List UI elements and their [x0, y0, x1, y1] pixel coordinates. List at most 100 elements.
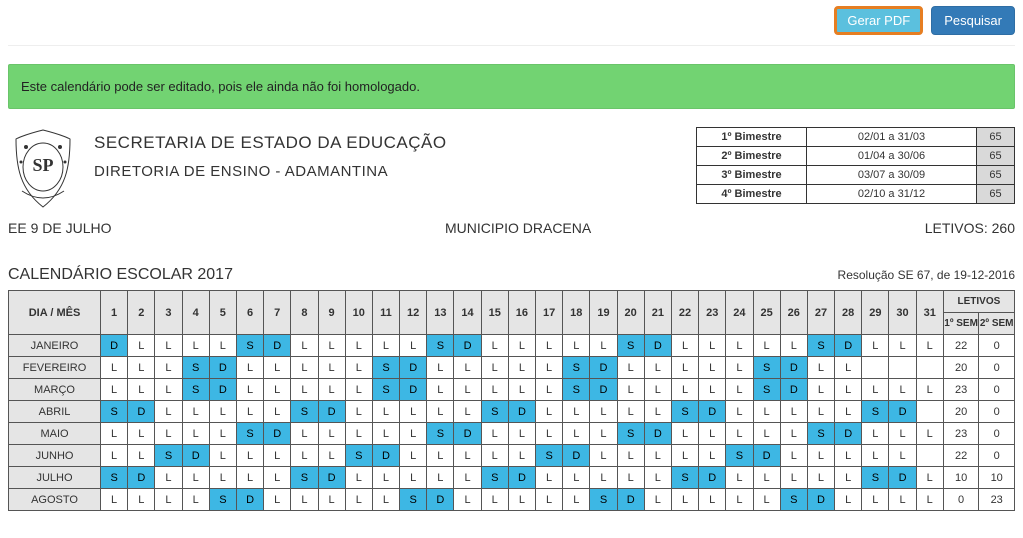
day-cell: L [400, 335, 427, 357]
day-cell: L [753, 401, 780, 423]
letivos-2sem: 0 [979, 379, 1015, 401]
day-cell: L [209, 423, 236, 445]
day-cell: L [590, 335, 617, 357]
day-cell: L [101, 489, 128, 511]
day-cell: L [536, 467, 563, 489]
day-cell: L [427, 379, 454, 401]
day-cell: L [291, 335, 318, 357]
letivos-1sem: 23 [943, 423, 979, 445]
day-cell [889, 357, 916, 379]
state-logo: SP [8, 127, 78, 212]
day-cell: L [209, 467, 236, 489]
calendar-title: CALENDÁRIO ESCOLAR 2017 [8, 266, 233, 284]
header-day: 4 [182, 291, 209, 335]
day-cell: L [427, 357, 454, 379]
day-cell: L [182, 423, 209, 445]
day-cell: L [427, 445, 454, 467]
day-cell: D [699, 401, 726, 423]
day-cell: L [644, 379, 671, 401]
day-cell: L [726, 401, 753, 423]
header-day: 27 [807, 291, 834, 335]
day-cell: L [454, 445, 481, 467]
day-cell: L [427, 401, 454, 423]
day-cell: L [536, 423, 563, 445]
table-row: JANEIRODLLLLSDLLLLLSDLLLLLSDLLLLLSDLLL22… [9, 335, 1015, 357]
day-cell: S [291, 467, 318, 489]
header-day: 23 [699, 291, 726, 335]
day-cell: L [644, 489, 671, 511]
letivos-1sem: 22 [943, 445, 979, 467]
pesquisar-button[interactable]: Pesquisar [931, 6, 1015, 35]
day-cell: L [128, 489, 155, 511]
day-cell: L [590, 423, 617, 445]
day-cell: D [400, 379, 427, 401]
day-cell: L [264, 467, 291, 489]
day-cell: D [101, 335, 128, 357]
day-cell: D [128, 401, 155, 423]
day-cell: L [372, 467, 399, 489]
day-cell: L [155, 423, 182, 445]
day-cell [862, 357, 889, 379]
day-cell: D [590, 379, 617, 401]
bimestre-range: 03/07 a 30/09 [807, 166, 977, 185]
day-cell: L [264, 445, 291, 467]
svg-text:SP: SP [32, 155, 53, 175]
bimestre-days: 65 [977, 147, 1015, 166]
day-cell: L [807, 445, 834, 467]
day-cell: D [563, 445, 590, 467]
day-cell: L [590, 445, 617, 467]
table-row: JUNHOLLSDLLLLLSDLLLLLSDLLLLLSDLLLLL220 [9, 445, 1015, 467]
day-cell: L [101, 445, 128, 467]
day-cell: L [862, 335, 889, 357]
day-cell: S [862, 401, 889, 423]
day-cell: S [209, 489, 236, 511]
alert-banner: Este calendário pode ser editado, pois e… [8, 64, 1015, 109]
day-cell [916, 445, 943, 467]
day-cell: D [780, 379, 807, 401]
header-day: 12 [400, 291, 427, 335]
day-cell: L [236, 445, 263, 467]
header-day: 15 [481, 291, 508, 335]
day-cell: D [128, 467, 155, 489]
day-cell: L [916, 423, 943, 445]
gerar-pdf-button[interactable]: Gerar PDF [834, 6, 923, 35]
day-cell: L [835, 401, 862, 423]
header-day: 25 [753, 291, 780, 335]
bimestre-days: 65 [977, 166, 1015, 185]
day-cell: L [807, 379, 834, 401]
day-cell: L [345, 401, 372, 423]
day-cell: S [617, 423, 644, 445]
day-cell: L [699, 445, 726, 467]
day-cell: L [508, 423, 535, 445]
day-cell: L [753, 335, 780, 357]
day-cell: L [862, 379, 889, 401]
letivos-2sem: 0 [979, 401, 1015, 423]
day-cell: L [699, 357, 726, 379]
day-cell: L [291, 423, 318, 445]
day-cell: L [536, 401, 563, 423]
day-cell: L [590, 467, 617, 489]
month-name: JUNHO [9, 445, 101, 467]
day-cell: L [644, 357, 671, 379]
day-cell: L [264, 401, 291, 423]
bimestre-range: 02/10 a 31/12 [807, 185, 977, 204]
day-cell: L [318, 357, 345, 379]
day-cell: D [807, 489, 834, 511]
day-cell: L [780, 335, 807, 357]
day-cell: L [780, 445, 807, 467]
day-cell: L [236, 467, 263, 489]
day-cell: L [182, 489, 209, 511]
day-cell: L [916, 379, 943, 401]
header-dia-mes: DIA / MÊS [9, 291, 101, 335]
day-cell: L [862, 445, 889, 467]
municipio-label: MUNICIPIO DRACENA [111, 220, 924, 236]
day-cell: S [372, 379, 399, 401]
day-cell: L [318, 379, 345, 401]
day-cell: L [291, 445, 318, 467]
day-cell: L [209, 401, 236, 423]
day-cell: L [236, 401, 263, 423]
day-cell: L [508, 489, 535, 511]
day-cell: S [753, 379, 780, 401]
day-cell: L [671, 379, 698, 401]
school-name: EE 9 DE JULHO [8, 220, 111, 236]
